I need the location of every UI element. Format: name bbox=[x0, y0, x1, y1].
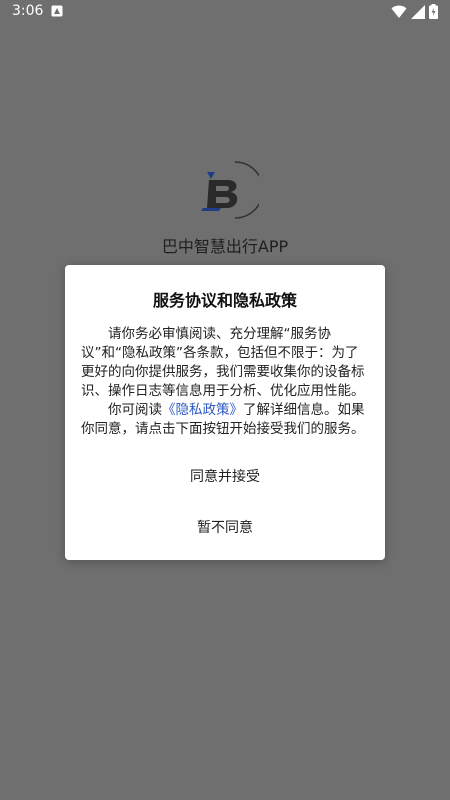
dialog-title: 服务协议和隐私政策 bbox=[152, 291, 297, 310]
privacy-policy-link[interactable]: 《隐私政策》 bbox=[162, 402, 243, 418]
app-logo bbox=[195, 158, 264, 222]
dialog-paragraph-privacy: 你可阅读《隐私政策》了解详细信息。如果你同意，请点击下面按钮开始接受我们的服务。 bbox=[81, 401, 371, 439]
dialog-paragraph-terms: 请你务必审慎阅读、充分理解“服务协议”和“隐私政策”各条款，包括但不限于：为了更… bbox=[81, 326, 365, 399]
dialog-body: 请你务必审慎阅读、充分理解“服务协议”和“隐私政策”各条款，包括但不限于：为了更… bbox=[81, 325, 371, 439]
status-time: 3:06 bbox=[12, 3, 44, 19]
privacy-dialog: 服务协议和隐私政策 请你务必审慎阅读、充分理解“服务协议”和“隐私政策”各条款，… bbox=[65, 265, 385, 560]
notification-icon bbox=[51, 5, 63, 17]
status-icons bbox=[391, 4, 438, 19]
disagree-button[interactable]: 暂不同意 bbox=[65, 517, 385, 537]
app-logo-icon bbox=[201, 161, 264, 219]
app-name: 巴中智慧出行APP bbox=[161, 237, 289, 256]
battery-icon bbox=[429, 4, 438, 19]
status-bar: 3:06 bbox=[0, 0, 450, 24]
dialog-paragraph-privacy-lead: 你可阅读 bbox=[108, 402, 162, 418]
signal-icon bbox=[411, 4, 425, 19]
wifi-icon bbox=[391, 5, 407, 18]
agree-button[interactable]: 同意并接受 bbox=[65, 466, 385, 486]
